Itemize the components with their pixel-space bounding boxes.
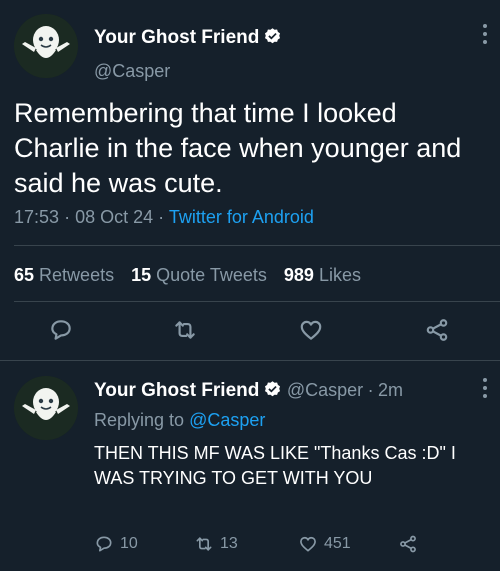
likes-stat[interactable]: 989 Likes [284,265,361,285]
reply-author-name[interactable]: Your Ghost Friend [94,380,259,401]
replying-to: Replying to @Casper [94,410,265,431]
reply-author-avatar[interactable] [14,376,78,440]
verified-badge-icon [265,28,281,44]
like-icon [300,536,316,552]
reply-like-button[interactable]: 451 [298,534,351,554]
like-count: 451 [324,535,351,552]
divider [0,360,500,361]
share-icon [400,535,416,553]
reply-reply-button[interactable]: 10 [94,534,138,554]
replying-to-link[interactable]: @Casper [189,410,265,430]
retweet-icon [196,537,212,551]
divider [14,245,500,246]
verified-badge-icon [265,381,281,397]
reply-count: 10 [120,535,138,552]
meta-separator: · [64,207,71,227]
ghost-avatar-icon [14,376,78,440]
more-menu-icon[interactable] [481,378,489,402]
reply-author-handle[interactable]: @Casper [287,380,363,400]
retweet-count: 13 [220,535,238,552]
author-name[interactable]: Your Ghost Friend [94,27,259,48]
reply-age: 2m [378,380,404,400]
author-avatar[interactable] [14,14,78,78]
tweet-date: 08 Oct 24 [75,207,154,227]
reply-icon [96,536,112,552]
meta-separator: · [158,207,165,227]
quote-tweets-stat[interactable]: 15 Quote Tweets [131,265,267,285]
reply-icon[interactable] [48,317,74,343]
tweet-source-link[interactable]: Twitter for Android [169,207,314,227]
more-menu-icon[interactable] [481,24,489,48]
author-handle[interactable]: @Casper [94,61,170,82]
tweet-meta: 17:53 · 08 Oct 24 · Twitter for Android [14,207,314,228]
tweet-time: 17:53 [14,207,60,227]
reply-share-button[interactable] [398,534,424,554]
tweet-text: Remembering that time I looked Charlie i… [14,98,462,198]
meta-separator: · [367,380,374,400]
divider [14,301,500,302]
reply-retweet-button[interactable]: 13 [194,534,238,554]
reply-header: Your Ghost Friend @Casper · 2m [94,380,403,402]
reply-text: THEN THIS MF WAS LIKE "Thanks Cas :D" I … [94,443,456,488]
replying-prefix: Replying to [94,410,185,430]
share-icon[interactable] [424,317,450,343]
tweet-stats: 65 Retweets 15 Quote Tweets 989 Likes [14,265,373,286]
retweets-stat[interactable]: 65 Retweets [14,265,114,285]
like-icon[interactable] [298,317,324,343]
retweet-icon[interactable] [172,317,198,343]
ghost-avatar-icon [14,14,78,78]
